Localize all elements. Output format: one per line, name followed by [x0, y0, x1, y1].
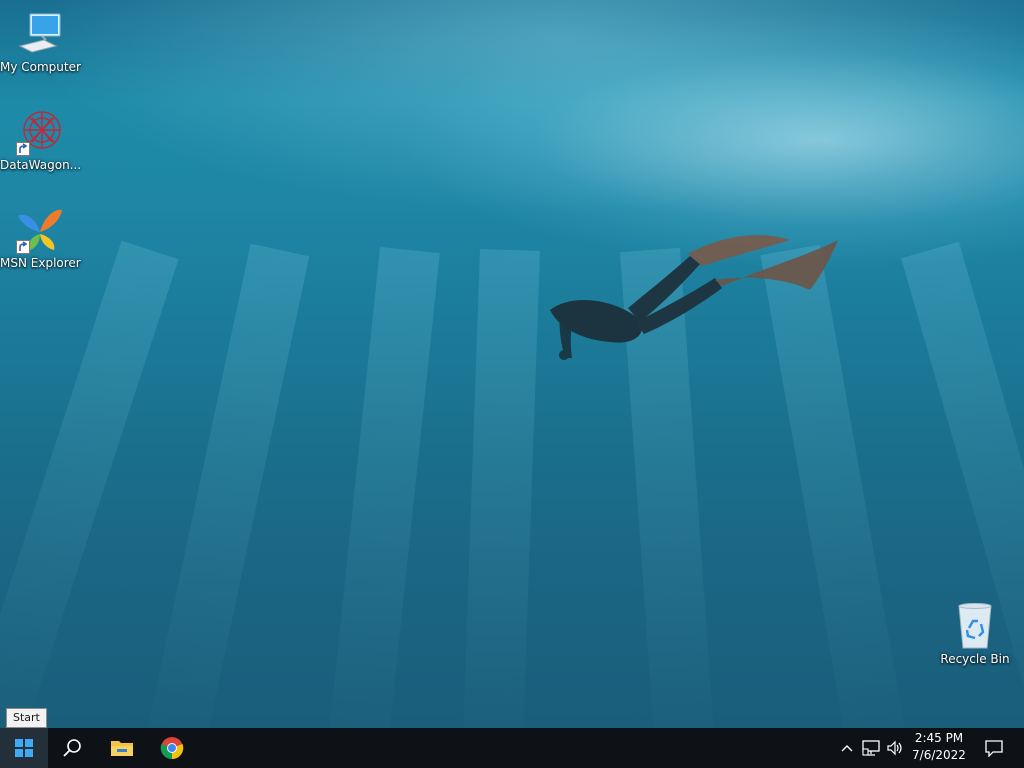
network-icon: [862, 740, 880, 756]
desktop-wallpaper: My Computer DataWagon... MSN Explorer Re…: [0, 0, 1024, 728]
action-center-icon: [985, 740, 1003, 757]
start-button[interactable]: [0, 728, 48, 768]
taskbar-clock[interactable]: 2:45 PM 7/6/2022: [904, 730, 974, 766]
volume-tray-button[interactable]: [884, 728, 906, 768]
windows-logo-icon: [15, 739, 33, 757]
light-ray: [461, 248, 540, 728]
desktop-icon-datawagon[interactable]: DataWagon...: [0, 108, 82, 173]
shortcut-arrow-icon: [16, 240, 30, 254]
desktop-icon-label: DataWagon...: [0, 158, 82, 172]
recycle-bin-icon: [951, 602, 999, 650]
start-tooltip: Start: [6, 708, 47, 728]
search-button[interactable]: [48, 728, 96, 768]
datawagon-icon: [16, 108, 64, 156]
folder-icon: [111, 741, 133, 756]
light-ray: [325, 246, 440, 728]
desktop-icon-msn-explorer[interactable]: MSN Explorer: [0, 206, 81, 271]
freediver-silhouette: [550, 235, 838, 360]
desktop-icon-label: MSN Explorer: [0, 256, 81, 270]
msn-butterfly-icon: [16, 206, 64, 254]
clock-time: 2:45 PM: [914, 731, 964, 745]
search-icon: [63, 739, 81, 757]
computer-icon: [16, 10, 64, 58]
desktop-icon-label: Recycle Bin: [940, 652, 1010, 666]
volume-icon: [887, 740, 902, 756]
network-tray-button[interactable]: [858, 728, 884, 768]
desktop-icon-recycle-bin[interactable]: Recycle Bin: [935, 602, 1015, 667]
taskbar: 2:45 PM 7/6/2022: [0, 728, 1024, 768]
desktop-icon-label: My Computer: [0, 60, 81, 74]
light-ray: [142, 243, 310, 728]
light-ray: [0, 240, 179, 728]
chrome-icon: [160, 737, 184, 760]
clock-date: 7/6/2022: [912, 748, 966, 762]
desktop-icon-my-computer[interactable]: My Computer: [0, 10, 81, 75]
action-center-button[interactable]: [974, 728, 1014, 768]
taskbar-chrome-button[interactable]: [148, 728, 196, 768]
taskbar-file-explorer-button[interactable]: [98, 728, 146, 768]
shortcut-arrow-icon: [16, 142, 30, 156]
show-hidden-icons-button[interactable]: [836, 728, 858, 768]
chevron-up-icon: [841, 745, 853, 752]
